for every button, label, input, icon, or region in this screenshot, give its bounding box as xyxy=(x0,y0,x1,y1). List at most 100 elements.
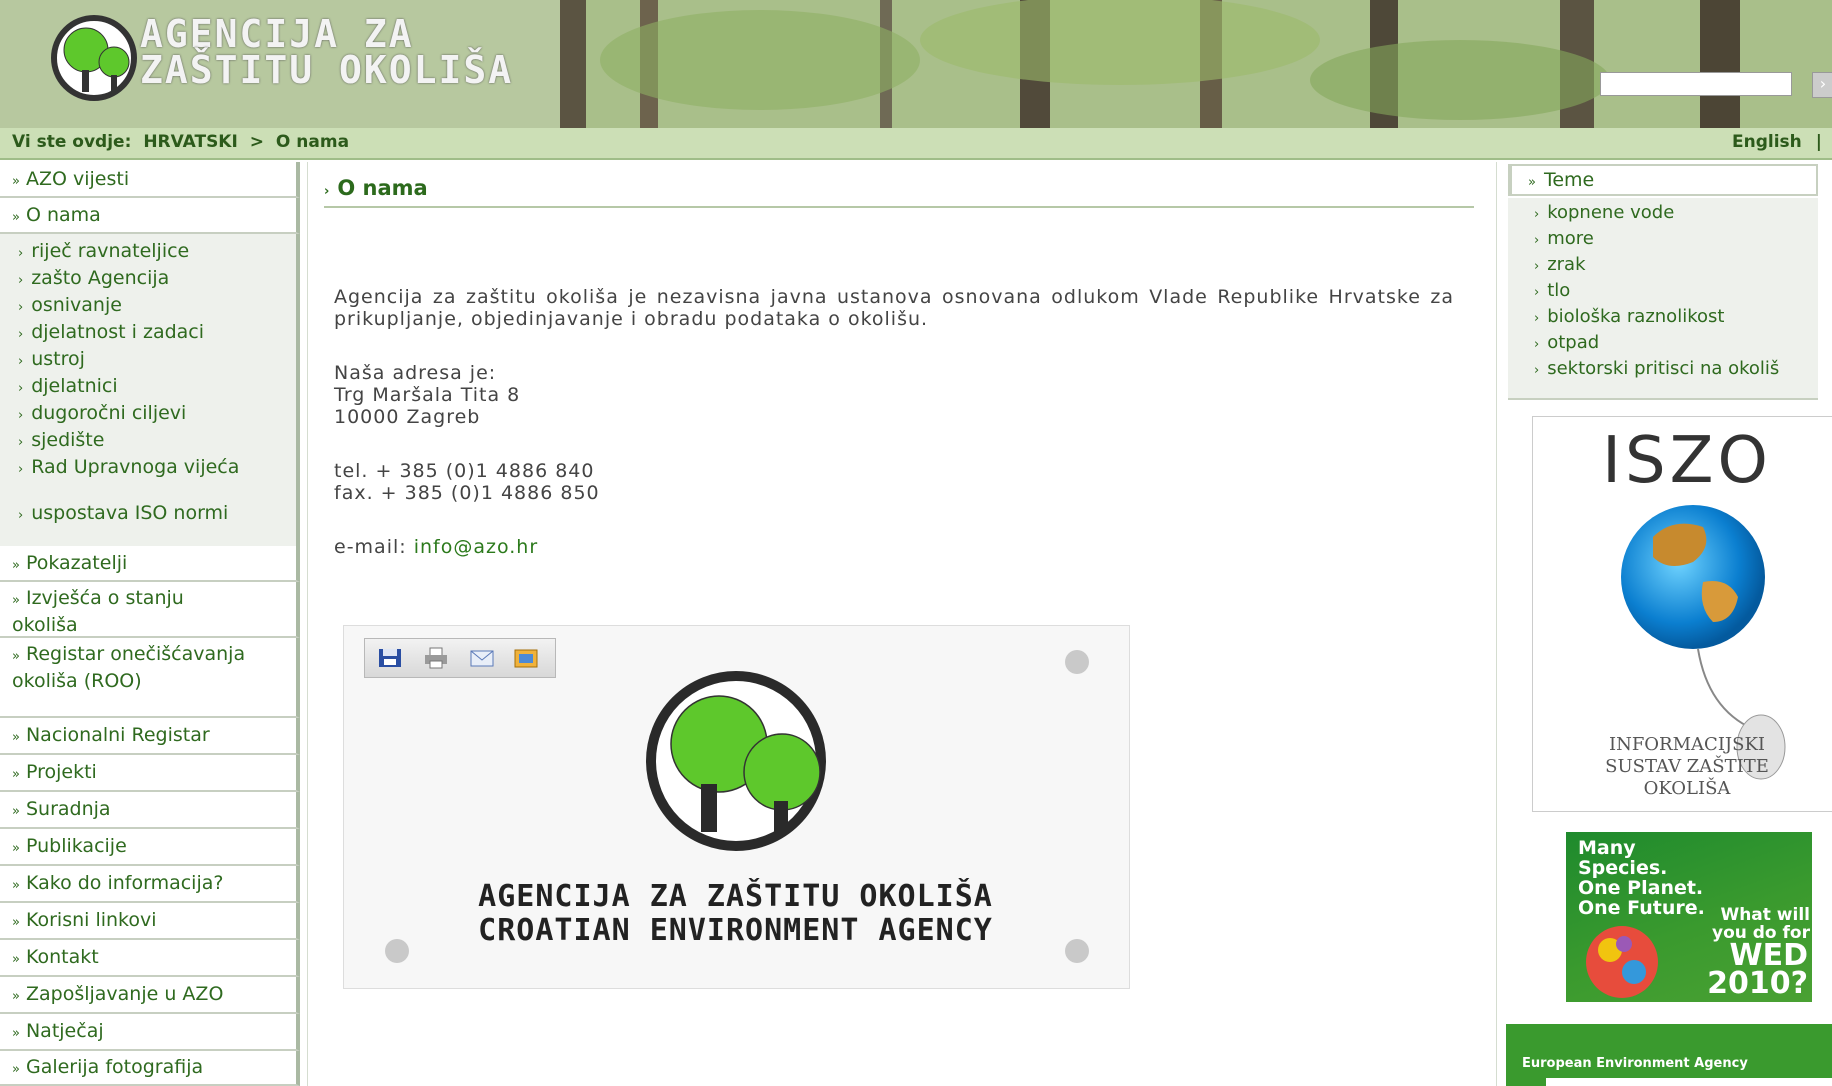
image-toolbar xyxy=(364,638,556,678)
nav-item-pokazatelji[interactable]: » Pokazatelji xyxy=(0,546,300,582)
nav-item-zaposljavanje[interactable]: » Zapošljavanje u AZO xyxy=(0,977,300,1014)
chevron-right-icon: › xyxy=(18,508,24,523)
chevron-right-icon: › xyxy=(18,408,24,423)
nav-item-publikacije[interactable]: » Publikacije xyxy=(0,829,300,866)
subnav-item-djelatnici[interactable]: › djelatnici xyxy=(18,377,290,398)
double-chevron-icon: » xyxy=(12,841,20,856)
breadcrumb-home-link[interactable]: HRVATSKI xyxy=(143,132,238,152)
chevron-right-icon: › xyxy=(1534,363,1540,378)
nav-item-kako-do-informacija[interactable]: » Kako do informacija? xyxy=(0,866,300,903)
subnav-item-zasto-agencija[interactable]: › zašto Agencija xyxy=(18,269,290,290)
nav-item-o-nama[interactable]: » O nama xyxy=(0,198,300,234)
main-content: Agencija za zaštitu okoliša je nezavisna… xyxy=(334,286,1454,558)
double-chevron-icon: » xyxy=(12,767,20,782)
subnav-item-rijec-ravnateljice[interactable]: › riječ ravnateljice xyxy=(18,242,290,263)
subnav-item-sjediste[interactable]: › sjedište xyxy=(18,431,290,452)
address-street: Trg Maršala Tita 8 xyxy=(334,384,521,406)
teme-item-bioloska-raznolikost[interactable]: › biološka raznolikost xyxy=(1534,308,1804,328)
intro-paragraph: Agencija za zaštitu okoliša je nezavisna… xyxy=(334,286,1454,330)
nav-item-registar-roo[interactable]: » Registar onečišćavanja okoliša (ROO) xyxy=(0,638,300,718)
double-chevron-icon: » xyxy=(12,210,20,225)
subnav-item-osnivanje[interactable]: › osnivanje xyxy=(18,296,290,317)
nav-item-kontakt[interactable]: » Kontakt xyxy=(0,940,300,977)
eea-label: European Environment Agency xyxy=(1522,1056,1748,1071)
subnav-o-nama: › riječ ravnateljice › zašto Agencija › osn… xyxy=(0,234,300,546)
eea-banner-strip xyxy=(1546,1078,1832,1086)
chevron-right-icon: › xyxy=(1534,259,1540,274)
language-separator: | xyxy=(1815,132,1822,152)
nav-item-galerija[interactable]: » Galerija fotografija xyxy=(0,1051,300,1086)
subnav-item-djelatnost[interactable]: › djelatnost i zadaci xyxy=(18,323,290,344)
language-switcher: English | xyxy=(1732,132,1822,152)
double-chevron-icon: » xyxy=(12,878,20,893)
teme-item-otpad[interactable]: › otpad xyxy=(1534,334,1804,354)
chevron-right-icon: › xyxy=(1534,285,1540,300)
english-link[interactable]: English xyxy=(1732,132,1802,152)
double-chevron-icon: » xyxy=(12,989,20,1004)
nav-item-izvjesca[interactable]: » Izvješća o stanju okoliša xyxy=(0,582,300,638)
nav-item-natjecaj[interactable]: » Natječaj xyxy=(0,1014,300,1051)
email-link[interactable]: info@azo.hr xyxy=(414,536,538,558)
chevron-right-icon: › xyxy=(18,462,24,477)
subnav-item-dugorocni-ciljevi[interactable]: › dugoročni ciljevi xyxy=(18,404,290,425)
page-title: › O nama xyxy=(324,176,1474,208)
double-chevron-icon: » xyxy=(12,804,20,819)
email-icon[interactable] xyxy=(469,647,495,669)
nav-item-projekti[interactable]: » Projekti xyxy=(0,755,300,792)
chevron-right-icon: › xyxy=(18,435,24,450)
nav-item-korisni-linkovi[interactable]: » Korisni linkovi xyxy=(0,903,300,940)
chevron-right-icon: › xyxy=(18,354,24,369)
email-line: e-mail: info@azo.hr xyxy=(334,536,1454,558)
print-icon[interactable] xyxy=(423,647,449,669)
chevron-right-icon: › xyxy=(18,246,24,261)
iszo-caption: INFORMACIJSKI SUSTAV ZAŠTITE OKOLIŠA xyxy=(1605,734,1769,799)
double-chevron-icon: » xyxy=(1528,175,1536,190)
nav-item-azo-vijesti[interactable]: » AZO vijesti xyxy=(0,162,300,198)
teme-item-sektorski-pritisci[interactable]: › sektorski pritisci na okoliš xyxy=(1516,360,1804,380)
save-icon[interactable] xyxy=(377,647,403,669)
site-header: AGENCIJA ZA ZAŠTITU OKOLIŠA › xyxy=(0,0,1832,128)
chevron-right-icon: › xyxy=(1534,311,1540,326)
wed-question: What will you do for xyxy=(1711,905,1810,943)
chevron-right-icon: › xyxy=(18,381,24,396)
eea-banner[interactable] xyxy=(1506,1024,1832,1086)
breadcrumb-prefix: Vi ste ovdje: xyxy=(12,132,132,152)
double-chevron-icon: » xyxy=(12,174,20,189)
double-chevron-icon: » xyxy=(12,649,20,664)
wed-title: WED 2010? xyxy=(1707,938,1808,1001)
nav-item-nacionalni-registar[interactable]: » Nacionalni Registar xyxy=(0,718,300,755)
double-chevron-icon: » xyxy=(12,1062,20,1077)
breadcrumb: Vi ste ovdje: HRVATSKI > O nama xyxy=(12,132,355,152)
chevron-right-icon: › xyxy=(1534,337,1540,352)
address-label: Naša adresa je: xyxy=(334,362,497,384)
teme-item-kopnene-vode[interactable]: › kopnene vode xyxy=(1534,204,1804,224)
fax: fax. + 385 (0)1 4886 850 xyxy=(334,482,600,504)
breadcrumb-bar: Vi ste ovdje: HRVATSKI > O nama English … xyxy=(0,128,1832,160)
agency-name-caption: AGENCIJA ZA ZAŠTITU OKOLIŠA CROATIAN ENV… xyxy=(478,879,993,948)
chevron-right-icon: › xyxy=(18,327,24,342)
teme-header[interactable]: » Teme xyxy=(1508,164,1818,196)
chevron-right-icon: › xyxy=(324,184,330,199)
subnav-item-iso-normi[interactable]: › uspostava ISO normi xyxy=(0,504,248,525)
subnav-item-rad-upravnoga-vijeca[interactable]: › Rad Upravnoga vijeća xyxy=(0,458,258,479)
site-title: AGENCIJA ZA ZAŠTITU OKOLIŠA xyxy=(140,12,514,92)
gallery-icon[interactable] xyxy=(513,647,539,669)
chevron-right-icon: › xyxy=(18,273,24,288)
double-chevron-icon: » xyxy=(12,593,20,608)
teme-item-tlo[interactable]: › tlo xyxy=(1534,282,1804,302)
chevron-right-icon: › xyxy=(1534,207,1540,222)
search-button[interactable]: › xyxy=(1812,72,1832,98)
double-chevron-icon: » xyxy=(12,730,20,745)
teme-item-zrak[interactable]: › zrak xyxy=(1534,256,1804,276)
telephone: tel. + 385 (0)1 4886 840 xyxy=(334,460,595,482)
chevron-right-icon: › xyxy=(1534,233,1540,248)
double-chevron-icon: » xyxy=(12,915,20,930)
search-input[interactable] xyxy=(1600,72,1792,96)
teme-list: › kopnene vode › more › zrak › tlo › biološka… xyxy=(1508,198,1818,400)
nav-item-suradnja[interactable]: » Suradnja xyxy=(0,792,300,829)
teme-item-more[interactable]: › more xyxy=(1534,230,1804,250)
subnav-item-ustroj[interactable]: › ustroj xyxy=(18,350,290,371)
chevron-right-icon: › xyxy=(18,300,24,315)
double-chevron-icon: » xyxy=(12,952,20,967)
iszo-title: ISZO xyxy=(1602,424,1772,498)
